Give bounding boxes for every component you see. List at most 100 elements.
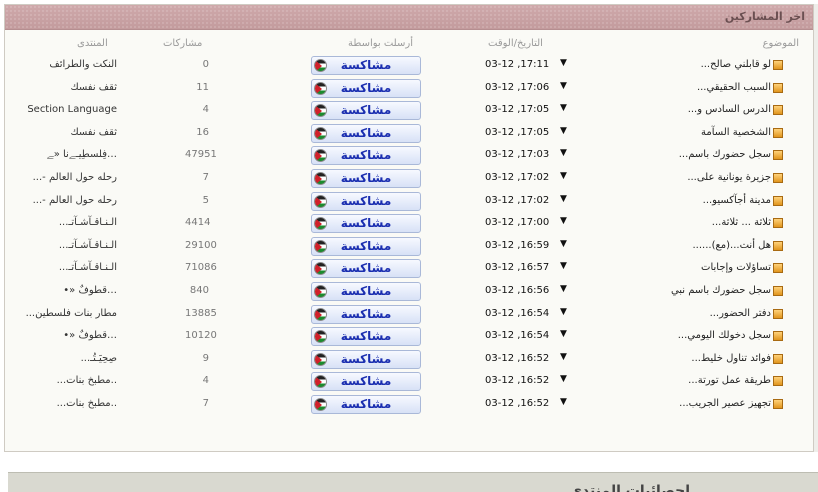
table-row: سجل حضورك باسم... ▼ 03-12 ,17:03 مشاكسة 4795… [5,145,813,167]
user-button[interactable]: مشاكسة [311,395,421,414]
user-button[interactable]: مشاكسة [311,282,421,301]
folder-icon [773,240,783,251]
topic-link[interactable]: الشخصية السآمة [701,127,771,138]
table-row: تجهيز عصير الجريب... ▼ 03-12 ,16:52 مشاكسة 7… [5,394,813,416]
user-button[interactable]: مشاكسة [311,123,421,143]
topic-link[interactable]: مدينة أجآكسيو... [703,195,771,206]
post-datetime: 03-12 ,16:57 [485,262,550,274]
forum-link[interactable]: رحله حول العالم -... [33,195,117,206]
scrollbar[interactable] [814,4,818,452]
user-button[interactable]: مشاكسة [311,146,421,166]
dropdown-arrow-icon[interactable]: ▼ [560,352,567,362]
post-count: 16 [196,126,209,138]
topic-link[interactable]: تجهيز عصير الجريب... [679,398,771,409]
dropdown-arrow-icon[interactable]: ▼ [560,194,567,204]
topic-link[interactable]: ثلاثة ... ثلاثة... [712,217,771,228]
forum-link[interactable]: …فِلسطِيـﮯنا «ﮯ [47,149,117,160]
dropdown-arrow-icon[interactable]: ▼ [560,239,567,249]
post-count: 0 [202,59,209,70]
forum-link[interactable]: ثقف نفسك [70,82,117,93]
user-button[interactable]: مشاكسة [311,236,421,256]
user-name: مشاكسة [340,238,392,253]
panel-title: اخر المشاركين [724,10,805,23]
dropdown-arrow-icon[interactable]: ▼ [560,126,567,136]
panel-header: اخر المشاركين [5,5,813,30]
topic-link[interactable]: سجل حضورك باسم... [679,149,771,160]
user-button[interactable]: مشاكسة [311,259,421,279]
forum-link[interactable]: …قطوفٌ «• [63,330,117,341]
dropdown-arrow-icon[interactable]: ▼ [560,81,567,91]
user-button[interactable]: مشاكسة [311,56,421,75]
post-datetime: 03-12 ,16:59 [485,239,550,251]
dropdown-arrow-icon[interactable]: ▼ [560,171,567,181]
post-datetime: 03-12 ,17:06 [485,81,550,93]
post-datetime: 03-12 ,16:52 [485,398,550,409]
folder-icon [773,218,783,229]
user-name: مشاكسة [340,103,392,118]
user-button[interactable]: مشاكسة [311,214,421,234]
forum-link[interactable]: …قطوفٌ «• [63,285,117,296]
topic-link[interactable]: سجل دخولك اليومي... [678,330,771,341]
topic-link[interactable]: جزيرة يونانية على... [687,172,771,183]
column-header-posts: مشاركات [163,38,203,49]
topic-link[interactable]: هل أنت...(مع)...... [693,240,772,251]
user-name: مشاكسة [340,306,392,321]
user-button[interactable]: مشاكسة [311,191,421,211]
forum-stats-bar: احصائيات المنتدى [8,472,818,492]
dropdown-arrow-icon[interactable]: ▼ [560,148,567,158]
table-row: دفتر الحضور... ▼ 03-12 ,16:54 مشاكسة 13885 مط… [5,304,813,326]
forum-link[interactable]: الـنـاقـآشـآتـ... [59,240,117,251]
user-button[interactable]: مشاكسة [311,169,421,188]
dropdown-arrow-icon[interactable]: ▼ [560,329,567,339]
user-button[interactable]: مشاكسة [311,78,421,98]
table-row: فوائد تناول خليط... ▼ 03-12 ,16:52 مشاكسة 9 ص… [5,349,813,371]
post-count: 840 [189,285,209,296]
user-button[interactable]: مشاكسة [311,304,421,324]
forum-link[interactable]: النكت والطرائف [49,59,117,70]
table-row: الدرس السادس و... ▼ 03-12 ,17:05 مشاكسة 4 Sec… [5,100,813,122]
post-datetime: 03-12 ,16:52 [485,352,550,364]
dropdown-arrow-icon[interactable]: ▼ [560,284,567,294]
post-count: 4 [202,104,209,116]
topic-link[interactable]: دفتر الحضور... [710,308,771,319]
folder-icon [773,82,783,93]
dropdown-arrow-icon[interactable]: ▼ [560,58,567,68]
folder-icon [773,127,783,138]
forum-link[interactable]: ..مطبخ بنات... [57,375,117,386]
forum-link[interactable]: صِحِيَـتُـ... [81,353,117,364]
post-count: 13885 [185,307,217,319]
forum-link[interactable]: Section Language [27,104,117,115]
dropdown-arrow-icon[interactable]: ▼ [560,374,567,384]
user-button[interactable]: مشاكسة [311,349,421,369]
topic-link[interactable]: سجل حضورك باسم نبي [671,285,771,296]
topic-link[interactable]: لو قابلني صالح... [701,59,771,70]
topic-link[interactable]: الدرس السادس و... [688,104,771,115]
post-datetime: 03-12 ,16:54 [485,330,550,342]
folder-icon [773,331,783,342]
topic-link[interactable]: السبب الحقيقي... [697,82,771,93]
forum-link[interactable]: رحله حول العالم -... [33,172,117,183]
table-row: الشخصية السآمة ▼ 03-12 ,17:05 مشاكسة 16 ثقف ن… [5,123,813,145]
post-datetime: 03-12 ,17:02 [485,194,550,206]
user-button[interactable]: مشاكسة [311,372,421,392]
dropdown-arrow-icon[interactable]: ▼ [560,216,567,226]
user-button[interactable]: مشاكسة [311,327,421,347]
dropdown-arrow-icon[interactable]: ▼ [560,103,567,113]
dropdown-arrow-icon[interactable]: ▼ [560,261,567,271]
post-count: 5 [202,194,209,206]
topic-link[interactable]: تساؤلات وإجابات [701,262,771,273]
topic-link[interactable]: فوائد تناول خليط... [691,353,771,364]
forum-link[interactable]: ..مطبخ بنات... [57,398,117,409]
forum-link[interactable]: ثقف نفسك [70,127,117,138]
dropdown-arrow-icon[interactable]: ▼ [560,307,567,317]
topic-link[interactable]: طريقة عمل تورتة... [688,375,771,386]
post-count: 7 [202,398,209,409]
forum-link[interactable]: مطار بنات فلسطين... [26,308,117,319]
forum-link[interactable]: الـنـاقـآشـآتـ... [59,217,117,228]
dropdown-arrow-icon[interactable]: ▼ [560,397,567,407]
folder-icon [773,263,783,274]
forum-link[interactable]: الـنـاقـآشـآتـ... [59,262,117,273]
post-count: 47951 [185,149,217,161]
user-name: مشاكسة [340,216,392,231]
user-button[interactable]: مشاكسة [311,101,421,121]
